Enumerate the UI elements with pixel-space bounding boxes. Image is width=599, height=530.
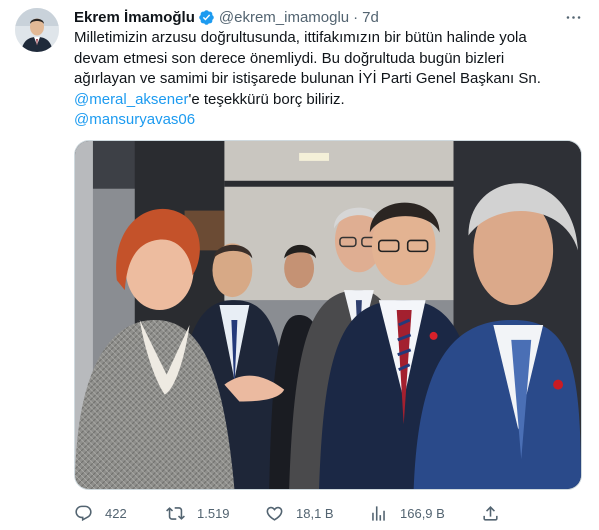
reply-icon — [75, 505, 92, 521]
verified-badge-icon — [198, 9, 215, 26]
tweet-text-line: devam etmesi son derece önemliydi. Bu do… — [74, 49, 505, 67]
reply-button[interactable]: 422 — [74, 500, 127, 526]
tweet-photo[interactable] — [74, 140, 582, 490]
tweet-actions: 422 1.519 18,1 B 166,9 B — [74, 500, 584, 526]
tweet-text-fragment: 'e teşekkürü borç biliriz. — [188, 90, 345, 108]
views-count: 166,9 B — [400, 505, 445, 521]
like-count: 18,1 B — [296, 505, 334, 521]
tweet-header: Ekrem İmamoğlu @ekrem_imamoglu · 7d — [74, 6, 379, 28]
tweet[interactable]: Ekrem İmamoğlu @ekrem_imamoglu · 7d Mill… — [0, 0, 599, 530]
tweet-text-line: ağırlayan ve samimi bir istişarede bulun… — [74, 70, 541, 87]
separator-dot: · — [353, 8, 359, 26]
mention-link[interactable]: @meral_aksener — [74, 91, 188, 108]
retweet-count: 1.519 — [197, 505, 230, 521]
author-name[interactable]: Ekrem İmamoğlu — [74, 9, 195, 26]
retweet-icon — [166, 506, 185, 520]
more-options-icon[interactable] — [562, 6, 584, 28]
share-button[interactable] — [481, 500, 500, 526]
mention-link[interactable]: @mansuryavas06 — [74, 111, 195, 128]
tweet-time[interactable]: 7d — [362, 9, 379, 26]
like-button[interactable]: 18,1 B — [265, 500, 334, 526]
avatar[interactable] — [15, 8, 59, 52]
reply-count: 422 — [105, 505, 127, 521]
like-icon — [266, 506, 283, 521]
views-icon — [372, 505, 385, 521]
retweet-button[interactable]: 1.519 — [166, 500, 230, 526]
views-button[interactable]: 166,9 B — [369, 500, 445, 526]
tweet-text-line: Milletimizin arzusu doğrultusunda, ittif… — [74, 29, 527, 46]
tweet-text-line: @meral_aksener'e teşekkürü borç biliriz. — [74, 90, 584, 111]
tweet-text-line: @mansuryavas06 — [74, 110, 584, 131]
author-handle[interactable]: @ekrem_imamoglu — [219, 9, 349, 26]
tweet-text: Milletimizin arzusu doğrultusunda, ittif… — [74, 28, 584, 131]
share-icon — [483, 505, 498, 521]
